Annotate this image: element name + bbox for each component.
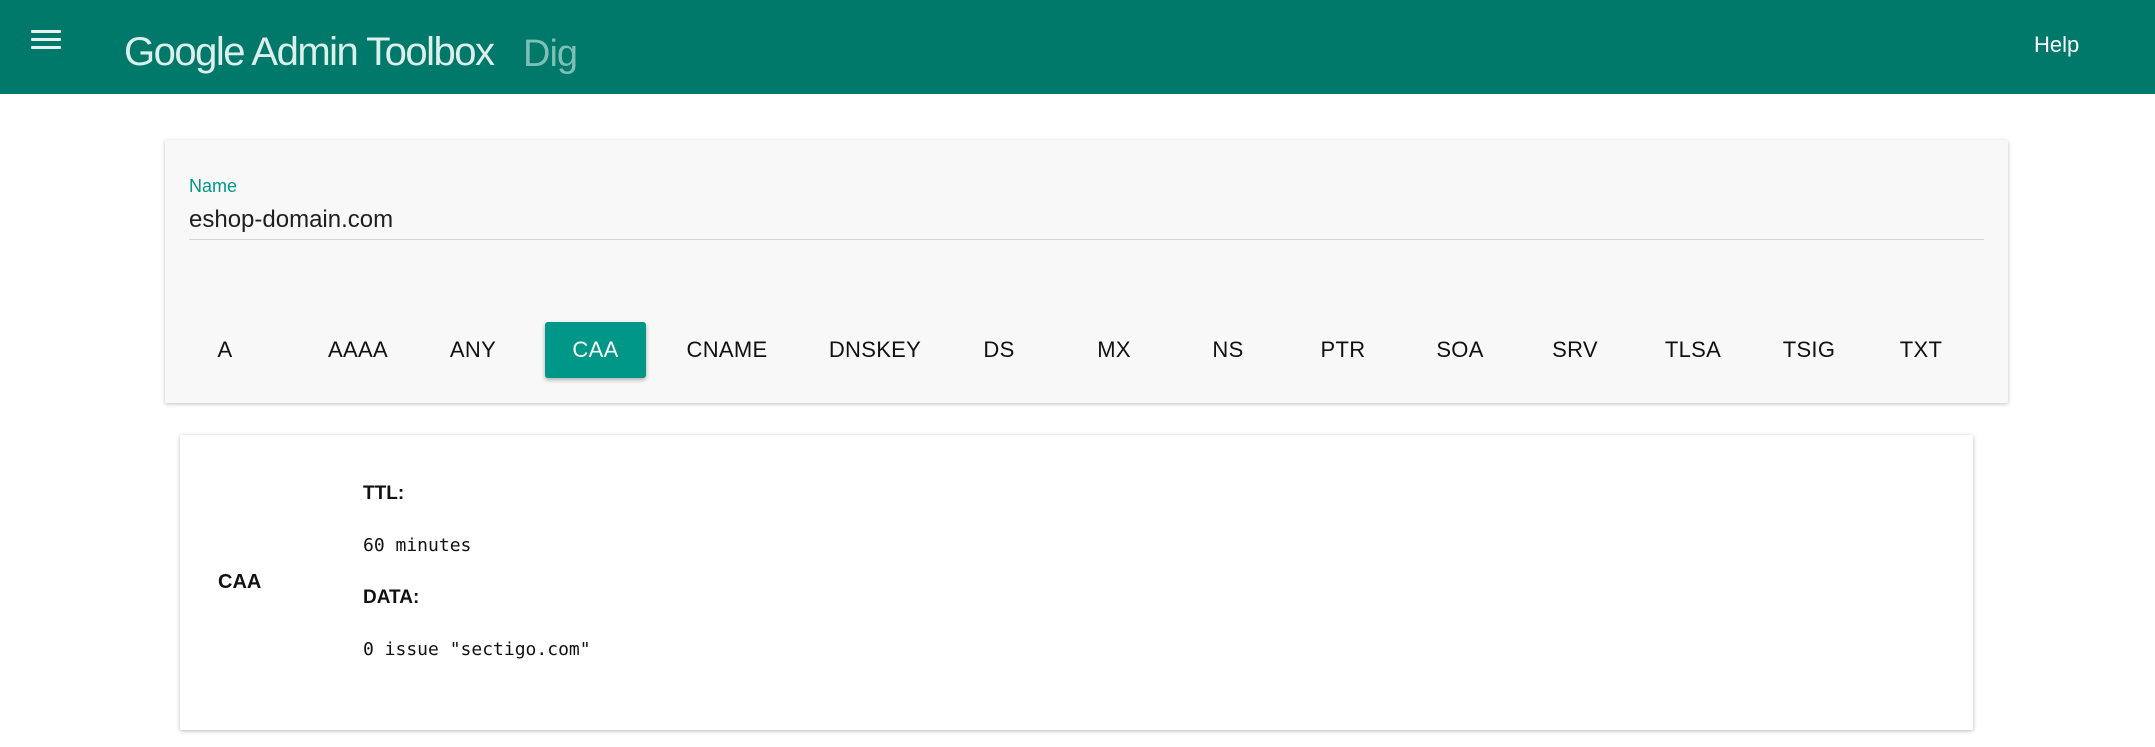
dns-result-card: CAA TTL: 60 minutes DATA: 0 issue "secti…: [180, 435, 1973, 730]
record-type-tab-ns[interactable]: NS: [1193, 322, 1263, 378]
record-type-tab-aaaa[interactable]: AAAA: [312, 322, 404, 378]
record-type-tab-srv[interactable]: SRV: [1537, 322, 1613, 378]
name-field-label: Name: [189, 176, 238, 196]
record-type-tab-tlsa[interactable]: TLSA: [1651, 322, 1735, 378]
app-subtitle: Dig: [523, 33, 578, 75]
query-card: Name A AAAA ANY CAA CNAME DNSKEY DS MX N…: [165, 140, 2008, 403]
record-type-tab-any[interactable]: ANY: [431, 322, 515, 378]
top-app-bar: Google Admin Toolbox Dig Help: [0, 0, 2155, 94]
record-type-tab-cname[interactable]: CNAME: [670, 322, 784, 378]
ttl-label: TTL:: [363, 483, 405, 504]
ttl-value: 60 minutes: [363, 535, 472, 556]
app-title: Google Admin Toolbox: [124, 30, 495, 74]
help-link[interactable]: Help: [2034, 30, 2079, 60]
result-record-type: CAA: [218, 571, 262, 593]
record-type-tab-tsig[interactable]: TSIG: [1767, 322, 1851, 378]
record-type-tab-ptr[interactable]: PTR: [1308, 322, 1378, 378]
name-input[interactable]: [189, 200, 1984, 240]
record-type-tab-a[interactable]: A: [190, 322, 260, 378]
record-type-tab-caa[interactable]: CAA: [545, 322, 646, 378]
data-label: DATA:: [363, 587, 420, 608]
record-type-tab-dnskey[interactable]: DNSKEY: [810, 322, 940, 378]
data-value: 0 issue "sectigo.com": [363, 639, 591, 660]
record-type-tab-soa[interactable]: SOA: [1422, 322, 1498, 378]
record-type-tabs: A AAAA ANY CAA CNAME DNSKEY DS MX NS PTR…: [165, 322, 2008, 380]
hamburger-menu-icon[interactable]: [28, 24, 68, 58]
record-type-tab-txt[interactable]: TXT: [1883, 322, 1959, 378]
record-type-tab-mx[interactable]: MX: [1079, 322, 1149, 378]
record-type-tab-ds[interactable]: DS: [964, 322, 1034, 378]
